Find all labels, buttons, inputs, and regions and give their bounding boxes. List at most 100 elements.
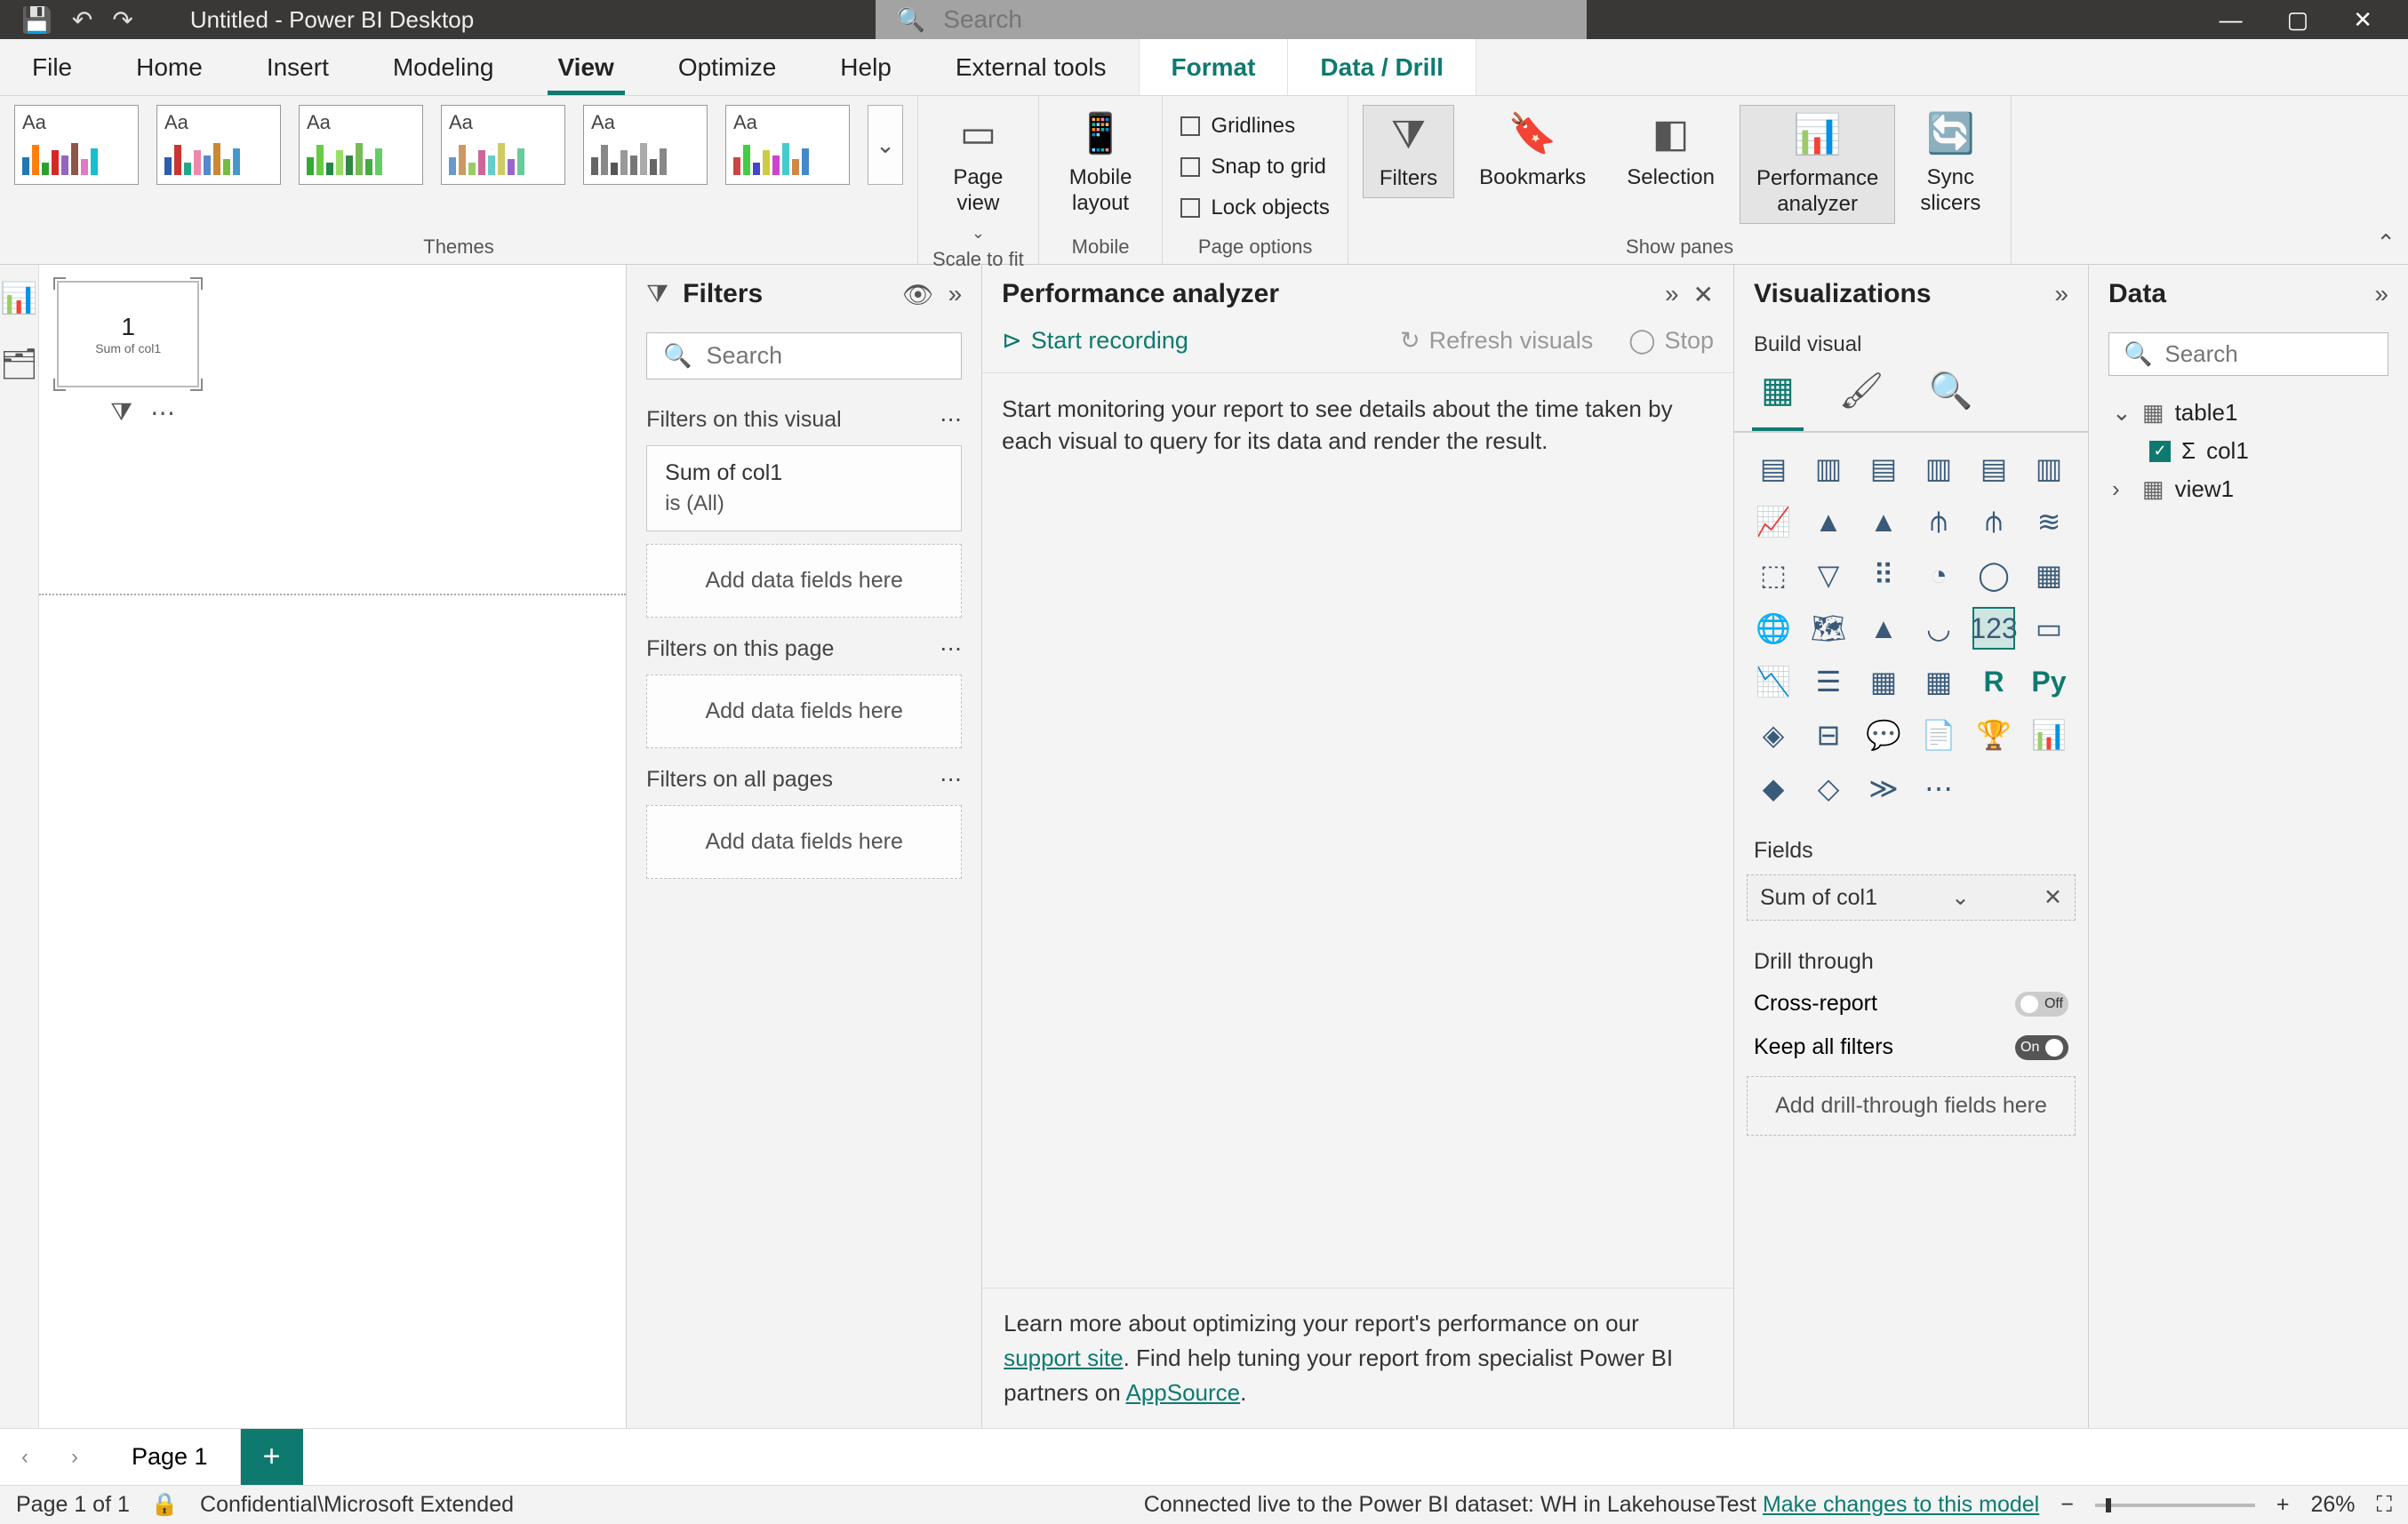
format-visual-tab[interactable]: 🖌 [1839,370,1884,417]
viz-slicer-icon[interactable]: ☰ [1809,662,1848,701]
undo-icon[interactable]: ↶ [72,5,92,35]
card-visual[interactable]: 1 Sum of col1 [57,281,199,387]
add-page-button[interactable]: + [241,1429,303,1485]
minimize-icon[interactable]: — [2220,6,2243,34]
view-node[interactable]: › ▦ view1 [2108,470,2388,508]
tab-view[interactable]: View [526,39,646,95]
close-perf-icon[interactable]: ✕ [1693,280,1714,309]
section-more-icon[interactable]: ⋯ [940,406,962,433]
remove-field-icon[interactable]: ✕ [2044,884,2062,911]
data-search-input[interactable] [2164,340,2373,368]
maximize-icon[interactable]: ▢ [2287,6,2309,34]
visual-filter-icon[interactable]: ⧩ [110,398,132,427]
page-next-button[interactable]: › [50,1429,100,1485]
theme-thumb-2[interactable]: Aa [156,105,281,185]
column-node[interactable]: ✓ Σ col1 [2108,432,2388,470]
report-canvas[interactable]: 1 Sum of col1 ⧩ ⋯ [39,265,626,1428]
tab-optimize[interactable]: Optimize [646,39,808,95]
viz-kpi-icon[interactable]: 📉 [1754,662,1793,701]
viz-waterfall-icon[interactable]: ⬚ [1754,555,1793,594]
theme-gallery-more[interactable]: ⌄ [868,105,903,185]
theme-thumb-1[interactable]: Aa [14,105,139,185]
viz-donut-icon[interactable]: ◯ [1974,555,2013,594]
performance-analyzer-button[interactable]: 📊Performance analyzer [1740,105,1895,224]
keep-filters-toggle[interactable]: On [2015,1035,2068,1060]
snap-to-grid-checkbox[interactable]: Snap to grid [1177,149,1329,185]
tab-modeling[interactable]: Modeling [361,39,526,95]
make-changes-link[interactable]: Make changes to this model [1763,1492,2039,1517]
theme-thumb-5[interactable]: Aa [583,105,708,185]
tab-help[interactable]: Help [808,39,924,95]
viz-paginated-icon[interactable]: 📊 [2029,715,2068,754]
filters-search-input[interactable] [707,342,946,370]
viz-narrative-icon[interactable]: 📄 [1919,715,1958,754]
viz-100-bar-icon[interactable]: ▤ [1974,449,2013,488]
viz-scatter-icon[interactable]: ⠿ [1864,555,1903,594]
global-search-input[interactable] [943,5,1565,34]
theme-thumb-3[interactable]: Aa [299,105,423,185]
filters-pane-button[interactable]: ⧩Filters [1363,105,1454,198]
fit-to-page-icon[interactable]: ⛶ [2376,1492,2392,1518]
collapse-filters-icon[interactable]: » [948,280,963,308]
chevron-down-icon[interactable]: ⌄ [2112,399,2132,427]
analytics-tab[interactable]: 🔍 [1929,370,1973,417]
build-visual-tab[interactable]: ▦ [1761,370,1795,417]
viz-powerapps-icon[interactable]: ◆ [1754,769,1793,808]
collapse-viz-icon[interactable]: » [2054,280,2068,308]
viz-python-icon[interactable]: Py [2029,662,2068,701]
mobile-layout-button[interactable]: 📱Mobile layout [1053,105,1148,222]
viz-area-icon[interactable]: ▲ [1809,502,1848,541]
viz-clustered-column-icon[interactable]: ▥ [1919,449,1958,488]
viz-100-column-icon[interactable]: ▥ [2029,449,2068,488]
viz-goals-icon[interactable]: 🏆 [1974,715,2013,754]
chevron-down-icon[interactable]: ⌄ [1951,884,1970,911]
viz-stacked-bar-icon[interactable]: ▤ [1754,449,1793,488]
viz-card-icon[interactable]: 123 [1974,609,2013,648]
viz-qa-icon[interactable]: 💬 [1864,715,1903,754]
viz-r-icon[interactable]: R [1974,662,2013,701]
bookmarks-pane-button[interactable]: 🔖Bookmarks [1463,105,1602,196]
lock-objects-checkbox[interactable]: Lock objects [1177,190,1332,226]
ribbon-collapse-icon[interactable]: ⌃ [2376,229,2396,257]
zoom-slider[interactable] [2095,1504,2255,1507]
viz-decomposition-icon[interactable]: ⊟ [1809,715,1848,754]
section-more-icon[interactable]: ⋯ [940,766,962,793]
viz-treemap-icon[interactable]: ▦ [2029,555,2068,594]
zoom-in-button[interactable]: + [2276,1492,2290,1518]
filters-search[interactable]: 🔍 [646,332,962,379]
viz-stacked-area-icon[interactable]: ▲ [1864,502,1903,541]
tab-insert[interactable]: Insert [235,39,361,95]
page-prev-button[interactable]: ‹ [0,1429,50,1485]
viz-funnel-icon[interactable]: ▽ [1809,555,1848,594]
viz-gauge-icon[interactable]: ◡ [1919,609,1958,648]
data-search[interactable]: 🔍 [2108,332,2388,376]
tab-data-drill[interactable]: Data / Drill [1288,39,1476,95]
collapse-data-icon[interactable]: » [2374,280,2388,308]
appsource-link[interactable]: AppSource [1125,1379,1240,1406]
page-view-button[interactable]: ▭Page view⌄ [937,105,1019,248]
cross-report-toggle[interactable]: Off [2015,992,2068,1017]
tab-external-tools[interactable]: External tools [924,39,1139,95]
fields-well[interactable]: Sum of col1 ⌄ ✕ [1747,874,2076,921]
viz-line-icon[interactable]: 📈 [1754,502,1793,541]
chevron-right-icon[interactable]: › [2112,475,2132,503]
model-view-icon[interactable]: 🗂 [0,347,38,382]
viz-pie-icon[interactable]: ◔ [1919,555,1958,594]
drill-through-drop[interactable]: Add drill-through fields here [1747,1076,2076,1136]
viz-key-influencers-icon[interactable]: ◈ [1754,715,1793,754]
filters-page-drop[interactable]: Add data fields here [646,674,962,748]
viz-more-icon[interactable]: ≫ [1864,769,1903,808]
column-checkbox[interactable]: ✓ [2149,441,2171,462]
page-tab-1[interactable]: Page 1 [100,1429,241,1485]
sync-slicers-button[interactable]: 🔄Sync slicers [1904,105,1996,222]
table-node[interactable]: ⌄ ▦ table1 [2108,394,2388,432]
viz-stacked-column-icon[interactable]: ▥ [1809,449,1848,488]
viz-matrix-icon[interactable]: ▦ [1919,662,1958,701]
viz-automate-icon[interactable]: ◇ [1809,769,1848,808]
save-icon[interactable]: 💾 [21,5,52,35]
stop-button[interactable]: ◯Stop [1628,327,1714,355]
filter-card[interactable]: Sum of col1 is (All) [646,445,962,531]
support-site-link[interactable]: support site [1004,1344,1123,1371]
collapse-perf-icon[interactable]: » [1665,280,1679,308]
section-more-icon[interactable]: ⋯ [940,635,962,662]
